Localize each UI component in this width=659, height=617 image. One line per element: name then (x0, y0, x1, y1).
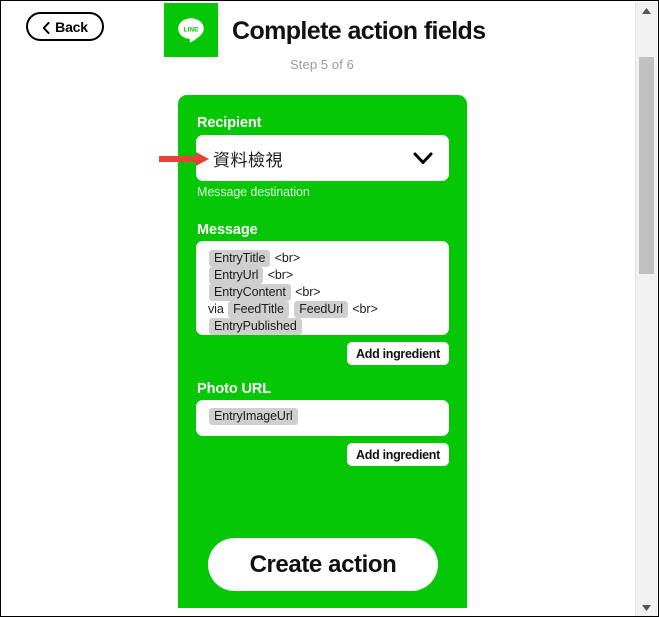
ingredient-line: via FeedTitle FeedUrl <br> (208, 301, 441, 318)
recipient-select[interactable]: 資料檢視 (196, 135, 449, 181)
step-indicator: Step 5 of 6 (290, 57, 354, 72)
ingredient-chip: EntryImageUrl (209, 408, 298, 425)
photo-url-label: Photo URL (197, 381, 272, 397)
add-ingredient-button-message[interactable]: Add ingredient (347, 342, 449, 365)
ingredient-chip: EntryTitle (209, 250, 271, 267)
ingredient-text: <br> (348, 302, 378, 316)
recipient-helper-text: Message destination (197, 185, 310, 199)
page-viewport: Back LINE Complete action fields Step 5 … (1, 1, 637, 616)
recipient-label: Recipient (197, 115, 262, 131)
recipient-value: 資料檢視 (213, 150, 283, 170)
line-speech-bubble-icon: LINE (176, 15, 206, 45)
ingredient-line: EntryImageUrl (208, 408, 441, 425)
svg-text:LINE: LINE (183, 26, 199, 33)
back-button-label: Back (55, 18, 88, 35)
ingredient-chip: FeedUrl (294, 301, 348, 318)
chevron-left-icon (42, 21, 50, 34)
ingredient-text (290, 302, 293, 316)
ingredient-text: <br> (271, 251, 301, 265)
message-label: Message (197, 222, 258, 238)
back-button[interactable]: Back (26, 12, 104, 41)
scrollbar-thumb[interactable] (639, 57, 654, 274)
ingredient-text: <br> (264, 268, 294, 282)
ingredient-line: EntryPublished (208, 318, 441, 335)
app-window: Back LINE Complete action fields Step 5 … (0, 0, 659, 617)
page-title: Complete action fields (232, 17, 486, 45)
scroll-up-arrow-icon[interactable] (636, 2, 657, 20)
chevron-down-icon (413, 152, 433, 165)
photo-url-content: EntryImageUrl (208, 408, 441, 425)
message-input[interactable]: EntryTitle <br> EntryUrl <br> EntryContent… (196, 241, 449, 335)
action-fields-card: Recipient 資料檢視 Message destination Messa… (178, 95, 467, 608)
ingredient-chip: EntryPublished (209, 318, 302, 335)
ingredient-line: EntryContent <br> (208, 284, 441, 301)
create-action-button[interactable]: Create action (208, 538, 438, 591)
line-logo-icon: LINE (164, 3, 218, 57)
ingredient-chip: EntryUrl (209, 267, 264, 284)
vertical-scrollbar[interactable] (635, 2, 657, 616)
scroll-down-arrow-icon[interactable] (636, 599, 657, 616)
ingredient-text: via (208, 302, 228, 316)
photo-url-input[interactable]: EntryImageUrl (196, 400, 449, 436)
ingredient-line: EntryUrl <br> (208, 267, 441, 284)
ingredient-line: EntryTitle <br> (208, 250, 441, 267)
ingredient-chip: FeedTitle (228, 301, 289, 318)
ingredient-text: <br> (291, 285, 321, 299)
ingredient-chip: EntryContent (209, 284, 291, 301)
message-content: EntryTitle <br> EntryUrl <br> EntryContent… (208, 250, 441, 335)
add-ingredient-button-photo[interactable]: Add ingredient (347, 443, 449, 466)
